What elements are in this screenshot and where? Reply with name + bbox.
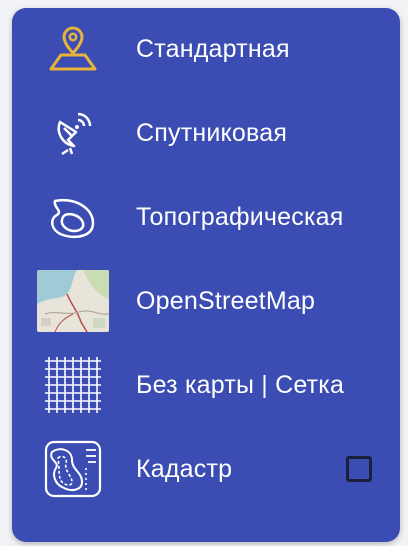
menu-item-label: Без карты | Сетка bbox=[136, 370, 345, 399]
menu-item-label: Топографическая bbox=[136, 202, 344, 231]
map-pin-icon bbox=[32, 14, 114, 84]
menu-item-satellite[interactable]: Спутниковая bbox=[12, 98, 400, 168]
osm-map-thumbnail bbox=[32, 266, 114, 336]
menu-item-label: OpenStreetMap bbox=[136, 286, 316, 315]
cadastre-checkbox[interactable] bbox=[346, 456, 372, 482]
menu-item-openstreetmap[interactable]: OpenStreetMap bbox=[12, 266, 400, 336]
menu-item-no-map-grid[interactable]: Без карты | Сетка bbox=[12, 350, 400, 420]
menu-item-label: Кадастр bbox=[136, 454, 233, 483]
menu-item-standard[interactable]: Стандартная bbox=[12, 14, 400, 84]
menu-item-cadastre[interactable]: Кадастр bbox=[12, 434, 400, 504]
map-layer-menu: Стандартная Спутниковая Топографическая bbox=[12, 8, 400, 542]
menu-item-label: Спутниковая bbox=[136, 118, 288, 147]
cadastre-map-icon bbox=[32, 434, 114, 504]
grid-icon bbox=[32, 350, 114, 420]
menu-item-topography[interactable]: Топографическая bbox=[12, 182, 400, 252]
satellite-dish-icon bbox=[32, 98, 114, 168]
topography-contour-icon bbox=[32, 182, 114, 252]
menu-item-label: Стандартная bbox=[136, 34, 290, 63]
